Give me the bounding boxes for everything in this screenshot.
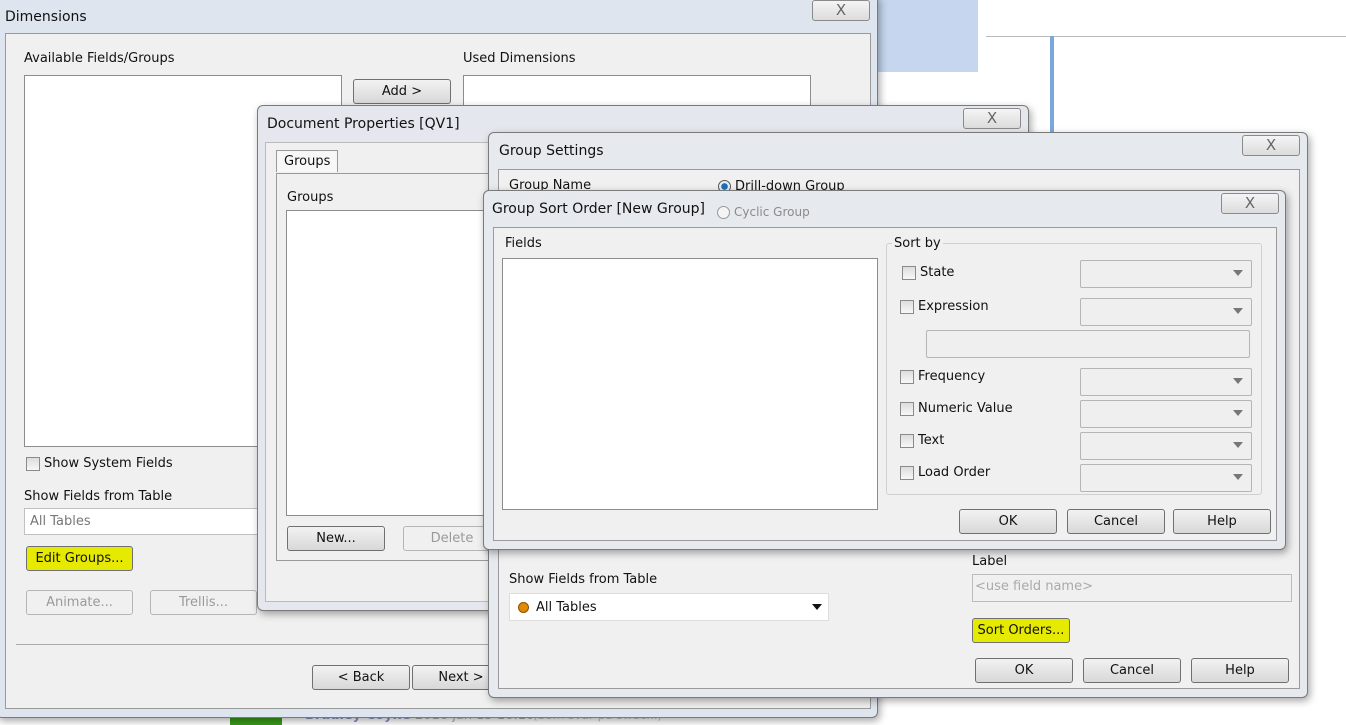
text-label: Text: [918, 433, 945, 448]
show-system-fields-checkbox[interactable]: [26, 457, 40, 471]
dropdown-arrow-icon: [1233, 378, 1243, 384]
state-checkbox[interactable]: [902, 266, 916, 280]
ok-button[interactable]: OK: [959, 509, 1057, 534]
frequency-label: Frequency: [918, 369, 986, 384]
load-order-checkbox[interactable]: [900, 466, 914, 480]
add-button[interactable]: Add >: [353, 79, 451, 104]
back-button[interactable]: < Back: [312, 665, 410, 690]
fields-list[interactable]: [502, 258, 878, 510]
dropdown-arrow-icon: [1233, 474, 1243, 480]
expression-label: Expression: [918, 299, 989, 314]
used-dimensions-label: Used Dimensions: [463, 51, 576, 66]
help-button[interactable]: Help: [1173, 509, 1271, 534]
fields-label: Fields: [505, 236, 542, 251]
table-select-value: All Tables: [536, 600, 597, 615]
table-icon: [518, 602, 529, 613]
show-fields-label: Show Fields from Table: [24, 489, 173, 504]
dialog-title: Group Sort Order [New Group]: [492, 201, 705, 217]
dialog-title: Document Properties [QV1]: [267, 116, 460, 132]
numeric-value-checkbox[interactable]: [900, 402, 914, 416]
sort-orders-button[interactable]: Sort Orders...: [972, 618, 1070, 643]
state-label: State: [920, 265, 955, 280]
ok-button[interactable]: OK: [975, 658, 1073, 683]
close-button[interactable]: X: [812, 0, 870, 21]
table-select[interactable]: All Tables: [509, 593, 829, 621]
cyclic-radio[interactable]: [717, 206, 730, 219]
groups-label: Groups: [287, 190, 334, 205]
label-label: Label: [972, 554, 1008, 569]
help-button[interactable]: Help: [1191, 658, 1289, 683]
expression-input[interactable]: [926, 330, 1250, 358]
sort-by-label: Sort by: [892, 236, 943, 251]
dropdown-arrow-icon: [812, 604, 822, 610]
available-fields-label: Available Fields/Groups: [24, 51, 175, 66]
dropdown-arrow-icon: [1233, 442, 1243, 448]
expression-order-select[interactable]: [1080, 298, 1252, 326]
numeric-value-order-select[interactable]: [1080, 400, 1252, 428]
numeric-value-label: Numeric Value: [918, 401, 1013, 416]
close-button[interactable]: X: [963, 108, 1021, 129]
table-select-value: All Tables: [30, 514, 91, 529]
tab-groups[interactable]: Groups: [276, 150, 339, 172]
group-sort-order-dialog: Group Sort Order [New Group] X Fields So…: [483, 190, 1286, 550]
close-button[interactable]: X: [1242, 135, 1300, 156]
load-order-select[interactable]: [1080, 464, 1252, 492]
load-order-label: Load Order: [918, 465, 991, 480]
sort-order-content: Fields Sort by State Expression Frequenc…: [493, 227, 1277, 541]
expression-checkbox[interactable]: [900, 300, 914, 314]
show-system-fields-label: Show System Fields: [44, 456, 173, 471]
show-fields-label: Show Fields from Table: [509, 572, 658, 587]
new-button[interactable]: New...: [287, 526, 385, 551]
cancel-button[interactable]: Cancel: [1083, 658, 1181, 683]
trellis-button: Trellis...: [150, 590, 257, 615]
cancel-button[interactable]: Cancel: [1067, 509, 1165, 534]
cyclic-radio-label: Cyclic Group: [734, 205, 810, 219]
text-checkbox[interactable]: [900, 434, 914, 448]
background-app-toolbar: [870, 0, 978, 72]
text-order-select[interactable]: [1080, 432, 1252, 460]
dropdown-arrow-icon: [1233, 308, 1243, 314]
dropdown-arrow-icon: [1233, 270, 1243, 276]
dropdown-arrow-icon: [1233, 410, 1243, 416]
edit-groups-button[interactable]: Edit Groups...: [26, 546, 133, 571]
animate-button: Animate...: [26, 590, 133, 615]
frequency-order-select[interactable]: [1080, 368, 1252, 396]
label-placeholder: <use field name>: [975, 579, 1093, 594]
close-button[interactable]: X: [1221, 193, 1279, 214]
state-order-select[interactable]: [1080, 260, 1252, 288]
background-divider: [986, 36, 1346, 37]
label-input[interactable]: <use field name>: [972, 574, 1292, 602]
frequency-checkbox[interactable]: [900, 370, 914, 384]
dialog-title: Group Settings: [499, 143, 604, 159]
dialog-title: Dimensions: [5, 9, 87, 25]
